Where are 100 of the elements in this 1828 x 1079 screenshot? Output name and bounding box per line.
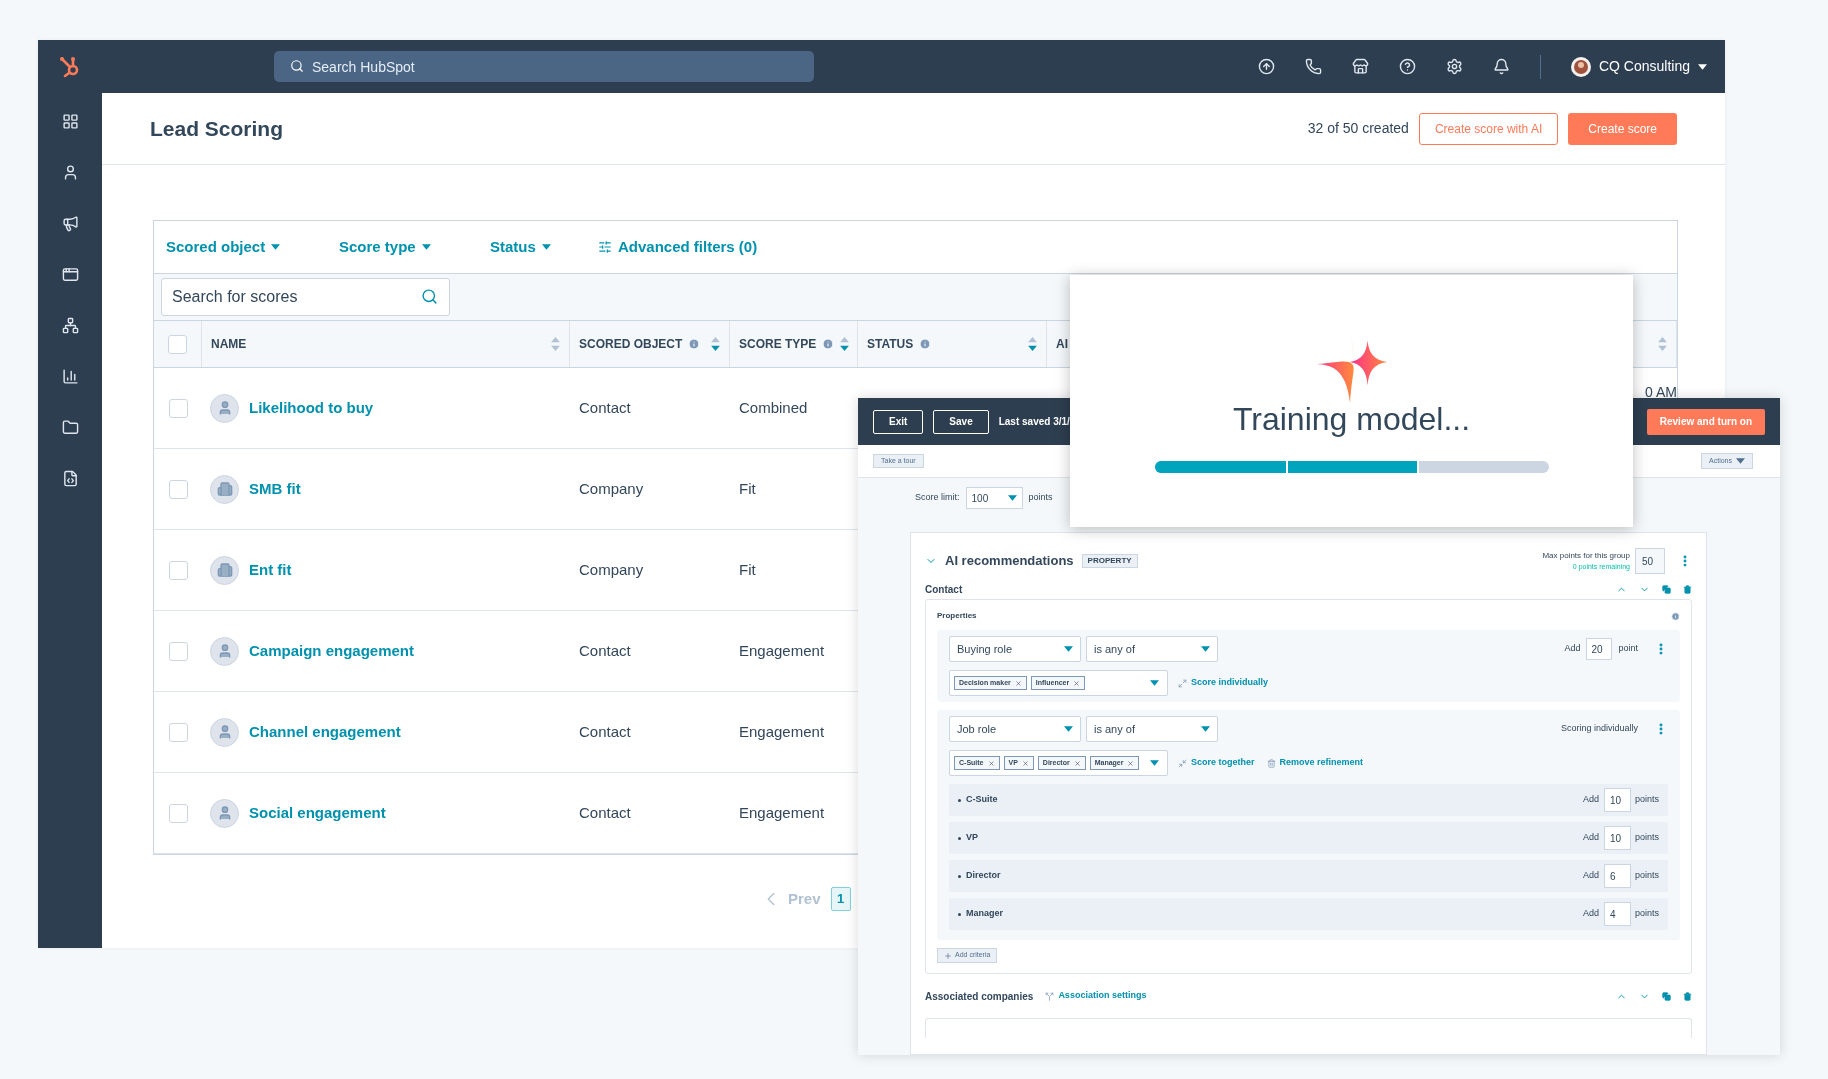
column-header: NAME: [211, 336, 247, 353]
max-points-label: Max points for this group: [1542, 549, 1630, 562]
points-input[interactable]: 6: [1603, 864, 1631, 888]
filter-dropdown[interactable]: Score type: [339, 235, 490, 259]
score-name-link[interactable]: Social engagement: [249, 801, 386, 825]
person-avatar-icon: [210, 393, 239, 423]
bar-chart-icon[interactable]: [61, 368, 79, 385]
caret-icon: [1007, 495, 1017, 501]
save-button[interactable]: Save: [933, 409, 989, 434]
column-header: STATUS: [867, 336, 914, 353]
property-select[interactable]: Job role: [949, 716, 1081, 742]
x-icon[interactable]: [1014, 679, 1022, 687]
column-header: SCORE TYPE: [739, 336, 817, 353]
score-limit-label: Score limit:: [915, 491, 960, 505]
unit-label: points: [1634, 793, 1659, 807]
filter-dropdown[interactable]: Scored object: [166, 235, 339, 259]
search-field[interactable]: Search for scores: [161, 278, 450, 316]
code-file-icon[interactable]: [61, 470, 79, 487]
score-name-link[interactable]: Likelihood to buy: [249, 396, 374, 420]
points-label: points: [1028, 491, 1053, 505]
unit-label: points: [1634, 831, 1659, 845]
action-link[interactable]: Score together: [1191, 756, 1255, 770]
association-settings-link[interactable]: Association settings: [1058, 989, 1147, 1003]
account-menu[interactable]: CQ Consulting: [1570, 56, 1707, 77]
network-icon[interactable]: [61, 317, 79, 334]
checkbox[interactable]: [168, 398, 188, 418]
operator-select[interactable]: is any of: [1086, 636, 1218, 662]
checkbox[interactable]: [168, 641, 188, 661]
add-label: Add: [1582, 831, 1599, 845]
x-icon[interactable]: [1127, 759, 1135, 767]
help-icon[interactable]: [1398, 58, 1416, 75]
bullet-icon: [958, 874, 961, 878]
caret-icon: [271, 244, 281, 250]
x-icon[interactable]: [987, 759, 995, 767]
points-input[interactable]: 10: [1603, 826, 1631, 850]
score-name-link[interactable]: Campaign engagement: [249, 639, 415, 663]
checkbox[interactable]: [168, 334, 187, 354]
info-icon: [1671, 611, 1680, 621]
exit-button[interactable]: Exit: [873, 409, 924, 434]
arrows-icon: [1178, 678, 1187, 688]
grid-icon[interactable]: [61, 113, 79, 130]
property-select[interactable]: Buying role: [949, 636, 1081, 662]
score-name-link[interactable]: Channel engagement: [249, 720, 401, 744]
score-name-link[interactable]: Ent fit: [249, 558, 292, 582]
caret-icon: [541, 244, 551, 250]
advanced-filters-button[interactable]: Advanced filters (0): [598, 235, 758, 259]
trash-icon[interactable]: [1683, 584, 1692, 594]
sort-icon[interactable]: [711, 337, 720, 351]
caret-icon: [1064, 646, 1073, 652]
points-input[interactable]: 4: [1603, 902, 1631, 926]
caret-icon: [1201, 646, 1210, 652]
score-limit-select[interactable]: 100: [965, 487, 1023, 509]
add-label: Add: [1582, 907, 1599, 921]
refinement-label: VP: [966, 831, 978, 845]
copy-icon[interactable]: [1662, 991, 1671, 1001]
unit-label: points: [1634, 869, 1659, 883]
unit-label: points: [1634, 907, 1659, 921]
store-icon[interactable]: [1351, 58, 1369, 75]
page-title: Lead Scoring: [150, 115, 284, 142]
caret-icon: [1150, 680, 1159, 686]
building-avatar-icon: [210, 555, 239, 585]
property-badge: PROPERTY: [1081, 554, 1138, 568]
sort-icon[interactable]: [840, 337, 850, 351]
add-label: Add: [1582, 869, 1599, 883]
group-title: AI recommendations: [945, 552, 1074, 571]
action-link[interactable]: Remove refinement: [1279, 756, 1364, 770]
person-avatar-icon: [210, 636, 239, 666]
max-points-input[interactable]: 50: [1635, 548, 1665, 574]
table-cell: Contact: [579, 399, 631, 416]
x-icon[interactable]: [1073, 759, 1081, 767]
search-field[interactable]: Search HubSpot: [274, 51, 814, 82]
bullet-icon: [958, 798, 961, 802]
x-icon[interactable]: [1021, 759, 1029, 767]
association-icon: [1045, 991, 1055, 1001]
action-link[interactable]: Score individually: [1191, 676, 1269, 690]
add-label: Add: [1582, 793, 1599, 807]
filter-dropdown[interactable]: Status: [490, 235, 598, 259]
caret-icon: [1064, 726, 1073, 732]
trash-icon[interactable]: [1683, 991, 1692, 1001]
window-icon[interactable]: [61, 266, 79, 283]
notifications-icon[interactable]: [1492, 58, 1510, 75]
checkbox[interactable]: [168, 722, 188, 742]
checkbox[interactable]: [168, 803, 188, 823]
operator-select[interactable]: is any of: [1086, 716, 1218, 742]
settings-icon[interactable]: [1445, 58, 1463, 75]
upload-icon[interactable]: [1257, 58, 1275, 75]
x-icon[interactable]: [1073, 679, 1081, 687]
caret-icon: [421, 244, 431, 250]
phone-icon[interactable]: [1304, 58, 1322, 75]
megaphone-icon[interactable]: [61, 215, 79, 232]
table-cell: Engagement: [739, 723, 825, 740]
points-input[interactable]: 10: [1603, 788, 1631, 812]
score-name-link[interactable]: SMB fit: [249, 477, 301, 501]
search-icon: [421, 288, 438, 305]
checkbox[interactable]: [168, 479, 188, 499]
checkbox[interactable]: [168, 560, 188, 580]
points-input[interactable]: 20: [1586, 638, 1613, 660]
sort-icon[interactable]: [1028, 337, 1037, 351]
copy-icon[interactable]: [1662, 584, 1671, 594]
folder-icon[interactable]: [61, 419, 79, 436]
